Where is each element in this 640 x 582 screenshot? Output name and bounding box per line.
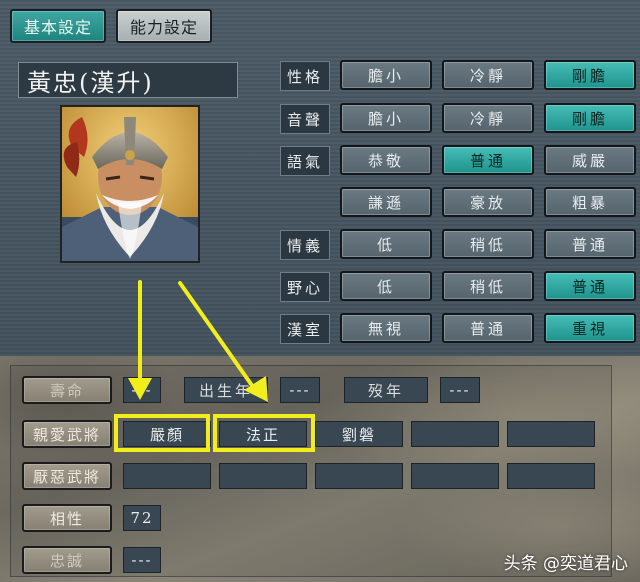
han-court-option-2[interactable]: 普通 (442, 313, 534, 343)
voice-option-3[interactable]: 剛膽 (544, 103, 636, 133)
lifespan-value: --- (123, 377, 161, 403)
personality-option-1[interactable]: 膽小 (340, 60, 432, 90)
tone-option-3[interactable]: 威嚴 (544, 145, 636, 175)
officer-portrait (60, 105, 200, 263)
attr-label-voice: 音聲 (280, 104, 330, 134)
tone-option-4[interactable]: 謙遜 (340, 187, 432, 217)
death-year-label: 歿年 (344, 377, 428, 403)
favored-general-slot-3[interactable]: 劉磐 (315, 421, 403, 447)
voice-option-1[interactable]: 膽小 (340, 103, 432, 133)
favored-general-slot-1[interactable]: 嚴顏 (123, 421, 211, 447)
tone-option-1[interactable]: 恭敬 (340, 145, 432, 175)
han-court-option-3[interactable]: 重視 (544, 313, 636, 343)
compatibility-value: 72 (123, 505, 161, 531)
officer-name-field[interactable]: 黃忠(漢升) (18, 62, 238, 98)
disliked-general-slot-4[interactable] (411, 463, 499, 489)
ambition-option-1[interactable]: 低 (340, 271, 432, 301)
attr-label-personality: 性格 (280, 61, 330, 91)
attr-label-han-court: 漢室 (280, 314, 330, 344)
tab-ability-settings[interactable]: 能力設定 (116, 9, 212, 43)
watermark: 头条 @奕道君心 (503, 554, 628, 574)
loyalty-value: --- (123, 547, 161, 573)
lifespan-button[interactable]: 壽命 (22, 376, 112, 404)
attr-label-ambition: 野心 (280, 272, 330, 302)
ambition-option-3[interactable]: 普通 (544, 271, 636, 301)
righteousness-option-3[interactable]: 普通 (544, 229, 636, 259)
han-court-option-1[interactable]: 無視 (340, 313, 432, 343)
death-year-value: --- (440, 377, 480, 403)
favored-general-slot-5[interactable] (507, 421, 595, 447)
birth-year-value: --- (280, 377, 320, 403)
disliked-general-slot-1[interactable] (123, 463, 211, 489)
disliked-generals-button[interactable]: 厭惡武將 (22, 462, 112, 490)
attr-label-tone: 語氣 (280, 146, 330, 176)
tone-option-2[interactable]: 普通 (442, 145, 534, 175)
compatibility-button[interactable]: 相性 (22, 504, 112, 532)
righteousness-option-1[interactable]: 低 (340, 229, 432, 259)
loyalty-button[interactable]: 忠誠 (22, 546, 112, 574)
disliked-general-slot-3[interactable] (315, 463, 403, 489)
personality-option-2[interactable]: 冷靜 (442, 60, 534, 90)
voice-option-2[interactable]: 冷靜 (442, 103, 534, 133)
ambition-option-2[interactable]: 稍低 (442, 271, 534, 301)
tone-option-6[interactable]: 粗暴 (544, 187, 636, 217)
birth-year-label: 出生年 (184, 377, 268, 403)
tab-basic-settings[interactable]: 基本設定 (10, 9, 106, 43)
disliked-general-slot-2[interactable] (219, 463, 307, 489)
righteousness-option-2[interactable]: 稍低 (442, 229, 534, 259)
favored-generals-button[interactable]: 親愛武將 (22, 420, 112, 448)
attr-label-righteousness: 情義 (280, 230, 330, 260)
favored-general-slot-4[interactable] (411, 421, 499, 447)
tone-option-5[interactable]: 豪放 (442, 187, 534, 217)
personality-option-3[interactable]: 剛膽 (544, 60, 636, 90)
favored-general-slot-2[interactable]: 法正 (219, 421, 307, 447)
disliked-general-slot-5[interactable] (507, 463, 595, 489)
